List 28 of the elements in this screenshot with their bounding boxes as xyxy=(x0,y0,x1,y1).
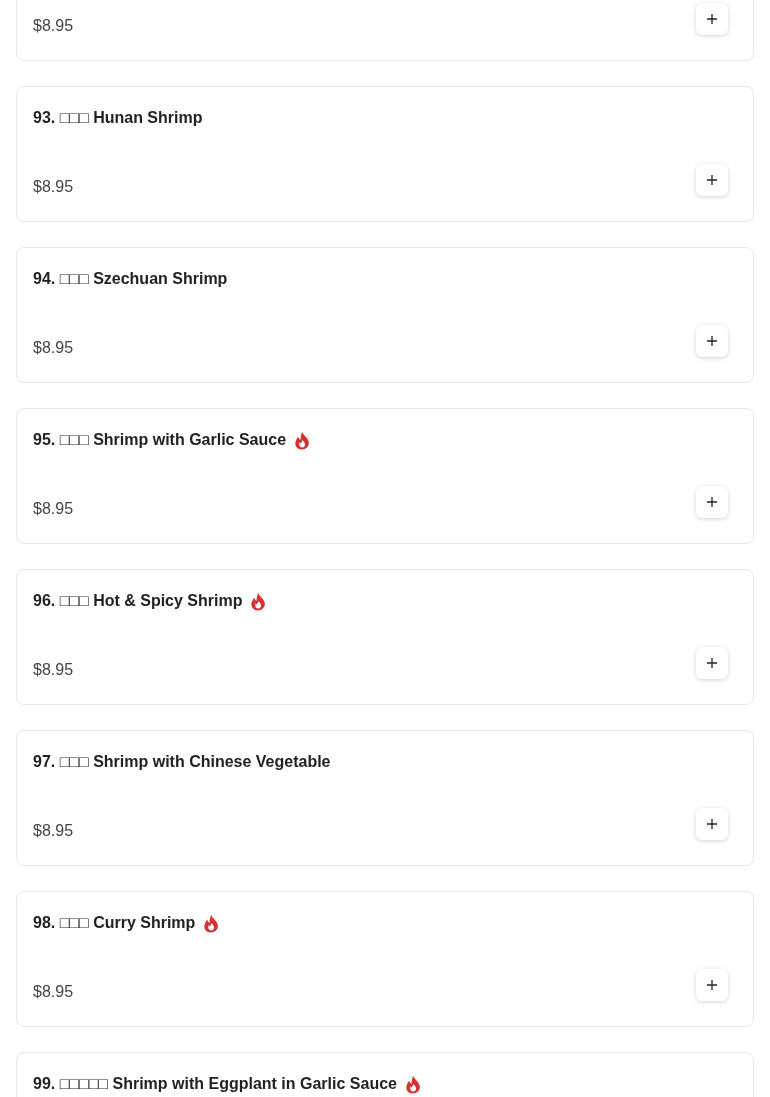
item-price: $8.95 xyxy=(33,660,74,680)
item-price: $8.95 xyxy=(33,177,74,197)
item-title: 97. □□□ Shrimp with Chinese Vegetable xyxy=(33,752,331,772)
plus-icon xyxy=(707,175,717,185)
item-price: $8.95 xyxy=(33,821,74,841)
add-button[interactable] xyxy=(696,808,728,840)
item-price: $8.95 xyxy=(33,982,74,1002)
item-title: 99. □□□□□ Shrimp with Eggplant in Garlic Sauce xyxy=(33,1074,397,1094)
plus-icon xyxy=(707,14,717,24)
item-price: $8.95 xyxy=(33,16,74,36)
item-title: 95. □□□ Shrimp with Garlic Sauce xyxy=(33,430,287,450)
add-button[interactable] xyxy=(696,164,728,196)
plus-icon xyxy=(707,980,717,990)
plus-icon xyxy=(707,336,717,346)
add-button[interactable] xyxy=(696,969,728,1001)
item-title: 96. □□□ Hot & Spicy Shrimp xyxy=(33,591,243,611)
item-title: 94. □□□ Szechuan Shrimp xyxy=(33,269,228,289)
add-button[interactable] xyxy=(696,647,728,679)
item-title: 98. □□□ Curry Shrimp xyxy=(33,913,196,933)
plus-icon xyxy=(707,658,717,668)
item-price: $8.95 xyxy=(33,499,74,519)
item-price: $8.95 xyxy=(33,338,74,358)
add-button[interactable] xyxy=(696,325,728,357)
add-button[interactable] xyxy=(696,3,728,35)
plus-icon xyxy=(707,497,717,507)
add-button[interactable] xyxy=(696,486,728,518)
plus-icon xyxy=(707,819,717,829)
item-title: 93. □□□ Hunan Shrimp xyxy=(33,108,203,128)
